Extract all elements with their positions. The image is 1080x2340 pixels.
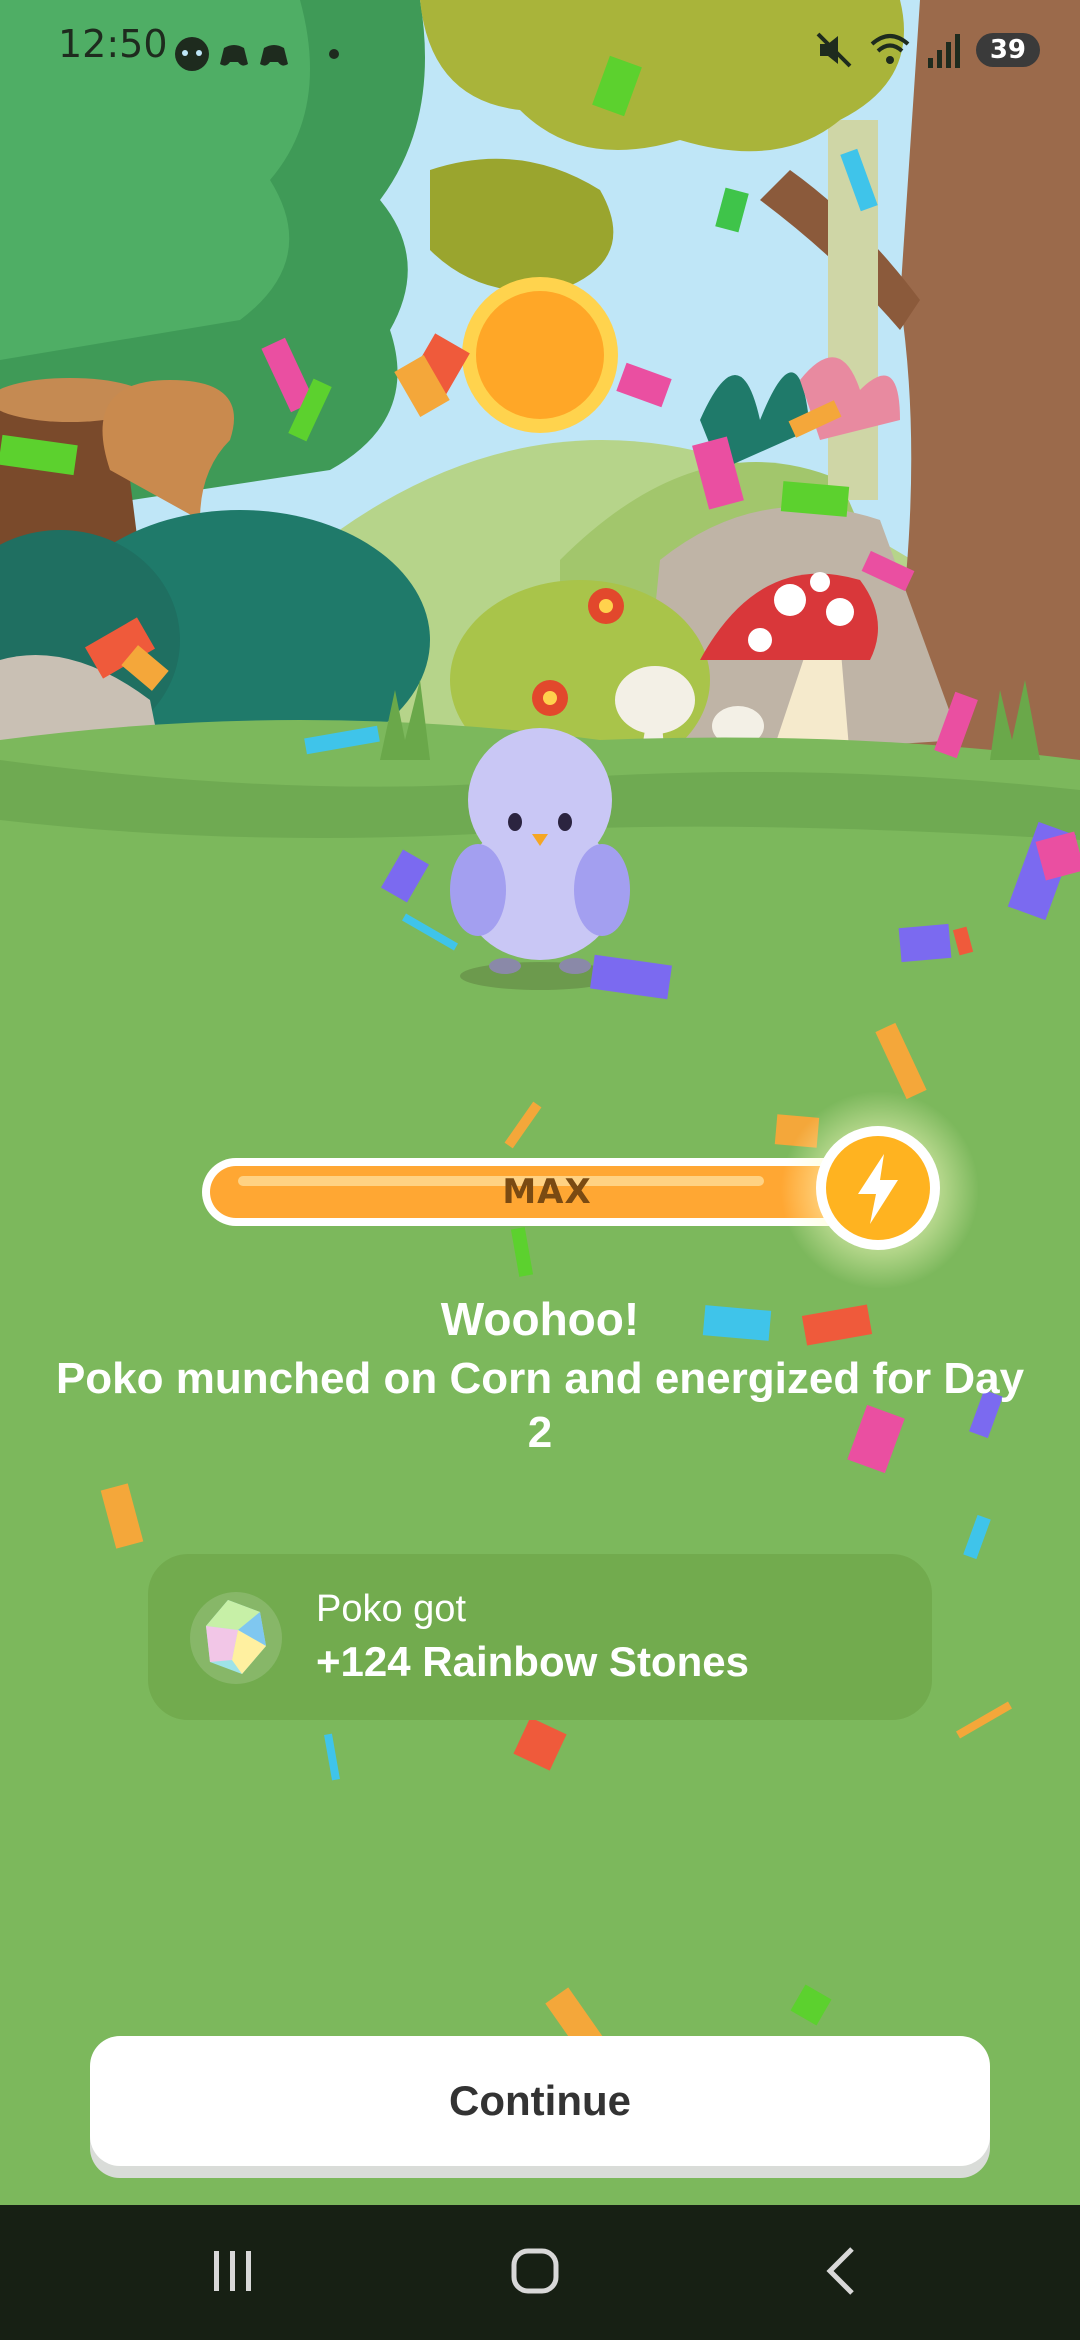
- status-icons: 39: [814, 30, 1040, 70]
- notification-icons: [175, 37, 339, 71]
- navigation-bar: [0, 2205, 1080, 2340]
- signal-icon: [927, 34, 960, 68]
- reward-card: Poko got +124 Rainbow Stones: [148, 1554, 932, 1720]
- continue-button[interactable]: Continue: [90, 2036, 990, 2166]
- battery-indicator: 39: [975, 33, 1040, 67]
- reward-title: Poko got: [316, 1588, 466, 1630]
- back-button[interactable]: [780, 2225, 900, 2315]
- recent-apps-button[interactable]: [172, 2225, 292, 2315]
- mute-icon: [816, 32, 852, 68]
- energy-badge-inner: [826, 1136, 930, 1240]
- dot-icon: [329, 49, 339, 59]
- wifi-icon: [870, 34, 910, 64]
- rainbow-stone-icon: [190, 1592, 282, 1684]
- game-icon: [175, 37, 209, 71]
- status-time: 12:50: [58, 22, 168, 66]
- reward-amount: +124 Rainbow Stones: [316, 1638, 749, 1685]
- home-button[interactable]: [476, 2225, 596, 2315]
- recent-apps-icon: [214, 2251, 251, 2291]
- gamepad-icon: [260, 45, 288, 66]
- status-bar: 12:50 39: [0, 0, 1080, 100]
- headline: Woohoo!: [440, 1293, 640, 1345]
- home-icon: [511, 2248, 559, 2294]
- message-body: Poko munched on Corn and energized for D…: [55, 1354, 1025, 1457]
- gamepad-icon: [220, 45, 248, 66]
- lightning-icon: [858, 1154, 898, 1224]
- back-icon: [826, 2247, 854, 2295]
- energy-badge: [816, 1126, 940, 1250]
